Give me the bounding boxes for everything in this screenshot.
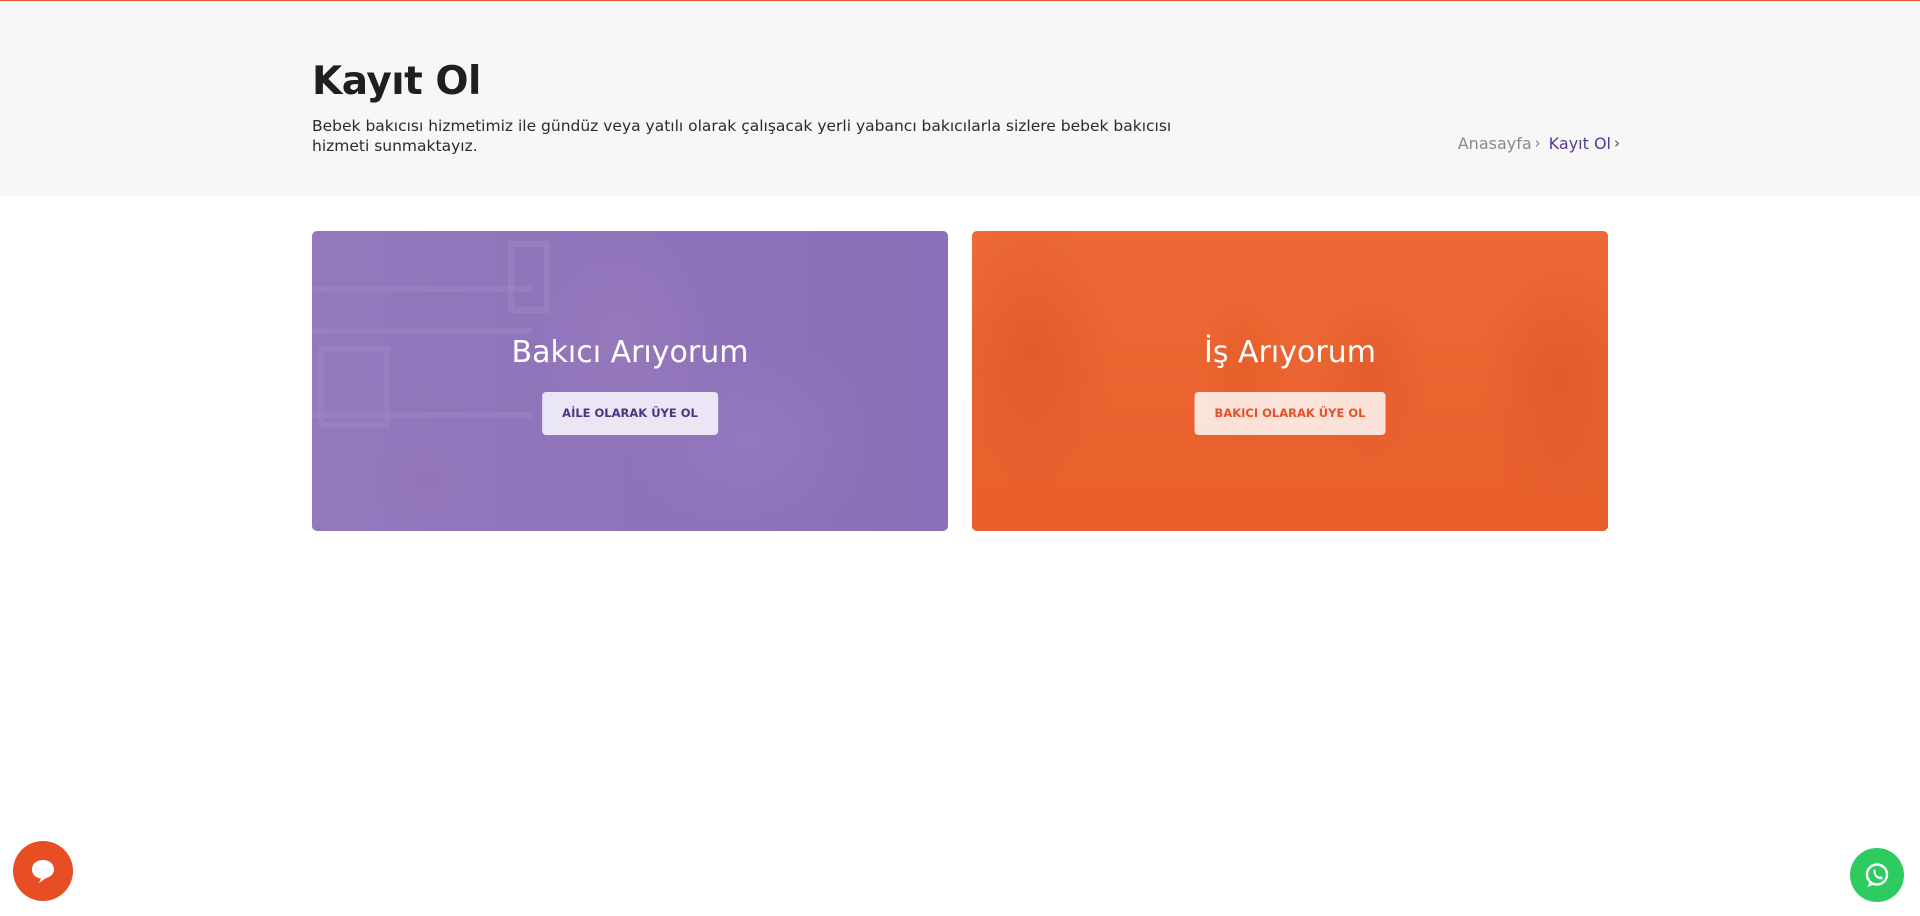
family-signup-card[interactable]: Bakıcı Arıyorum AİLE OLARAK ÜYE OL xyxy=(312,231,948,531)
page-title: Kayıt Ol xyxy=(312,59,481,104)
chat-bubble-icon xyxy=(32,860,54,883)
breadcrumb-current-link[interactable]: Kayıt Ol › xyxy=(1549,134,1620,153)
whatsapp-button[interactable] xyxy=(1850,848,1904,902)
chevron-right-icon: › xyxy=(1614,134,1620,152)
chevron-right-icon: › xyxy=(1534,134,1541,152)
card-title: Bakıcı Arıyorum xyxy=(511,335,749,370)
chat-widget-button[interactable] xyxy=(13,841,73,901)
page-description: Bebek bakıcısı hizmetimiz ile gündüz vey… xyxy=(312,117,1172,155)
breadcrumb-home-link[interactable]: Anasayfa › xyxy=(1458,134,1541,153)
card-title: İş Arıyorum xyxy=(1204,335,1376,370)
breadcrumb-current-label: Kayıt Ol xyxy=(1548,134,1611,153)
caregiver-signup-card[interactable]: İş Arıyorum BAKICI OLARAK ÜYE OL xyxy=(972,231,1608,531)
card-color-overlay xyxy=(312,231,948,531)
page-header: Kayıt Ol Bebek bakıcısı hizmetimiz ile g… xyxy=(0,1,1920,196)
card-color-overlay xyxy=(972,231,1608,531)
whatsapp-icon xyxy=(1865,863,1889,887)
breadcrumb-home-label: Anasayfa xyxy=(1457,134,1532,153)
family-signup-button[interactable]: AİLE OLARAK ÜYE OL xyxy=(542,392,718,435)
caregiver-signup-button[interactable]: BAKICI OLARAK ÜYE OL xyxy=(1194,392,1386,435)
breadcrumb: Anasayfa › Kayıt Ol › xyxy=(1458,134,1620,153)
